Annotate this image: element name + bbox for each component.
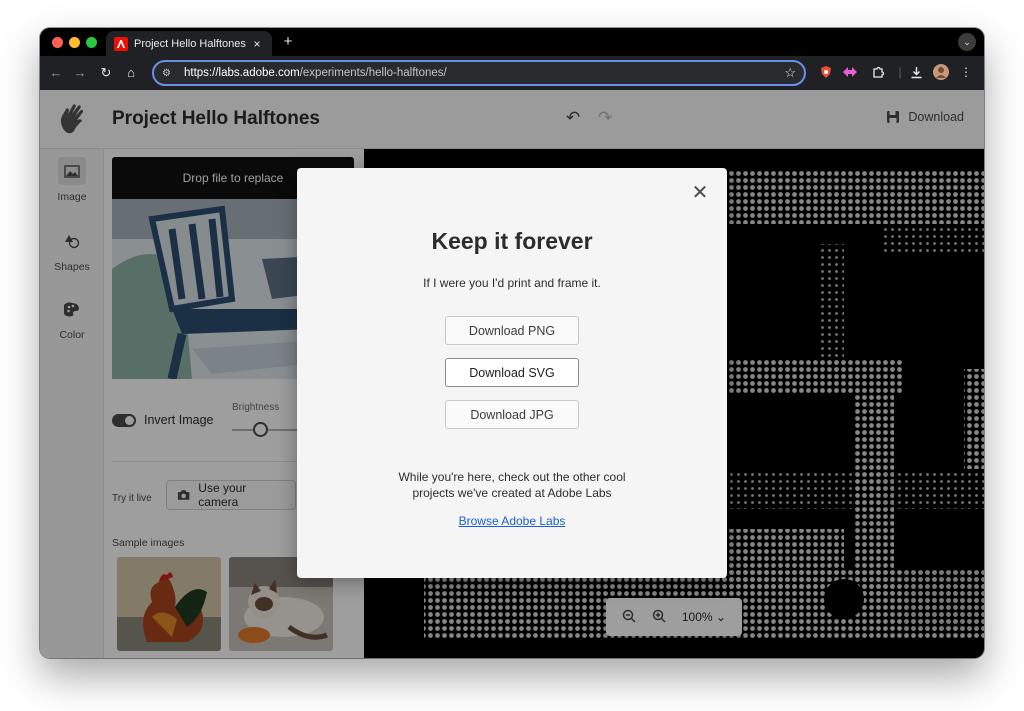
new-tab-button[interactable]: + [280, 33, 296, 50]
shield-extension-icon[interactable] [818, 64, 834, 80]
browse-adobe-labs-link[interactable]: Browse Adobe Labs [297, 514, 727, 528]
close-tab-icon[interactable]: × [250, 37, 264, 51]
browser-window: Project Hello Halftones × + ⌄ ← → ↻ ⌂ ⚙ … [40, 28, 984, 658]
close-modal-icon[interactable]: ✕ [689, 182, 711, 204]
browser-toolbar: ← → ↻ ⌂ ⚙ https://labs.adobe.com/experim… [40, 56, 984, 90]
download-jpg-button[interactable]: Download JPG [445, 400, 579, 429]
site-settings-icon[interactable]: ⚙ [162, 68, 176, 79]
url-host: https://labs.adobe.com [184, 67, 300, 79]
puzzle-extensions-icon[interactable] [870, 64, 886, 80]
modal-note-line-2: projects we've created at Adobe Labs [412, 486, 612, 500]
tab-title: Project Hello Halftones [134, 37, 246, 50]
address-bar[interactable]: ⚙ https://labs.adobe.com/experiments/hel… [152, 60, 806, 86]
forward-arrow-icon[interactable]: → [72, 65, 88, 80]
download-svg-button[interactable]: Download SVG [445, 358, 579, 387]
url-path: /experiments/hello-halftones/ [299, 67, 447, 79]
download-png-button[interactable]: Download PNG [445, 316, 579, 345]
pink-extension-icon[interactable] [842, 64, 858, 80]
bookmark-star-icon[interactable]: ☆ [784, 65, 796, 81]
download-modal: ✕ Keep it forever If I were you I'd prin… [297, 168, 727, 578]
modal-note: While you're here, check out the other c… [297, 469, 727, 501]
modal-title: Keep it forever [431, 228, 593, 254]
browser-menu-icon[interactable]: ⋮ [958, 64, 974, 80]
url-text: https://labs.adobe.com/experiments/hello… [184, 67, 784, 79]
minimize-window-button[interactable] [69, 37, 80, 48]
maximize-window-button[interactable] [86, 37, 97, 48]
tab-strip: Project Hello Halftones × + ⌄ [40, 28, 984, 56]
modal-note-line-1: While you're here, check out the other c… [398, 470, 626, 484]
home-icon[interactable]: ⌂ [123, 65, 139, 80]
reload-icon[interactable]: ↻ [98, 65, 114, 81]
browser-tab[interactable]: Project Hello Halftones × [106, 31, 272, 56]
modal-subtitle: If I were you I'd print and frame it. [423, 276, 601, 290]
toolbar-divider: | [898, 65, 902, 79]
tab-search-chevron-icon[interactable]: ⌄ [958, 33, 976, 51]
adobe-logo-icon [114, 36, 128, 51]
close-window-button[interactable] [52, 37, 63, 48]
profile-avatar[interactable] [933, 64, 949, 80]
download-icon[interactable] [908, 64, 924, 80]
back-arrow-icon[interactable]: ← [48, 65, 64, 80]
